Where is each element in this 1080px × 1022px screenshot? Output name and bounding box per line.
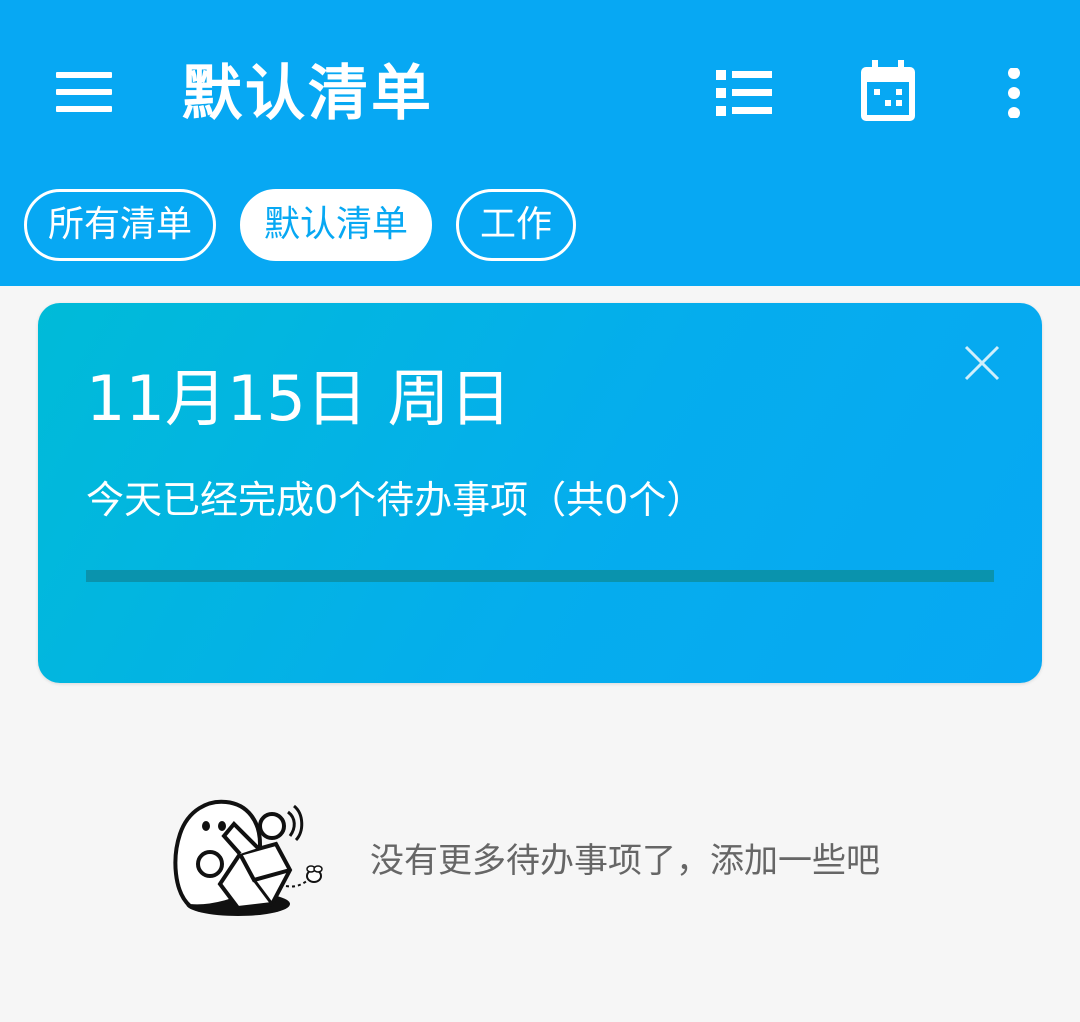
completion-summary: 今天已经完成0个待办事项（共0个） <box>86 478 705 522</box>
calendar-icon <box>861 60 915 121</box>
card-date: 11月15日 周日 <box>86 362 512 435</box>
close-icon <box>964 345 1000 381</box>
page-title: 默认清单 <box>182 59 434 129</box>
list-view-icon <box>716 70 772 116</box>
ghost-opening-box-illustration <box>173 799 323 916</box>
calendar-button[interactable] <box>860 60 916 122</box>
dismiss-card-button[interactable] <box>960 341 1004 385</box>
menu-button[interactable] <box>56 72 112 112</box>
app-bar: 默认清单 所有清单 默认清单 工作 <box>0 0 1080 286</box>
chip-work[interactable]: 工作 <box>456 189 576 261</box>
today-summary-card: 11月15日 周日 今天已经完成0个待办事项（共0个） <box>38 303 1042 683</box>
list-view-button[interactable] <box>716 70 772 116</box>
chip-default-list[interactable]: 默认清单 <box>240 189 432 261</box>
empty-state-text: 没有更多待办事项了，添加一些吧 <box>370 841 880 881</box>
progress-bar <box>86 570 994 582</box>
chip-all-lists[interactable]: 所有清单 <box>24 189 216 261</box>
more-vert-icon <box>1008 67 1020 119</box>
more-options-button[interactable] <box>1000 67 1028 119</box>
